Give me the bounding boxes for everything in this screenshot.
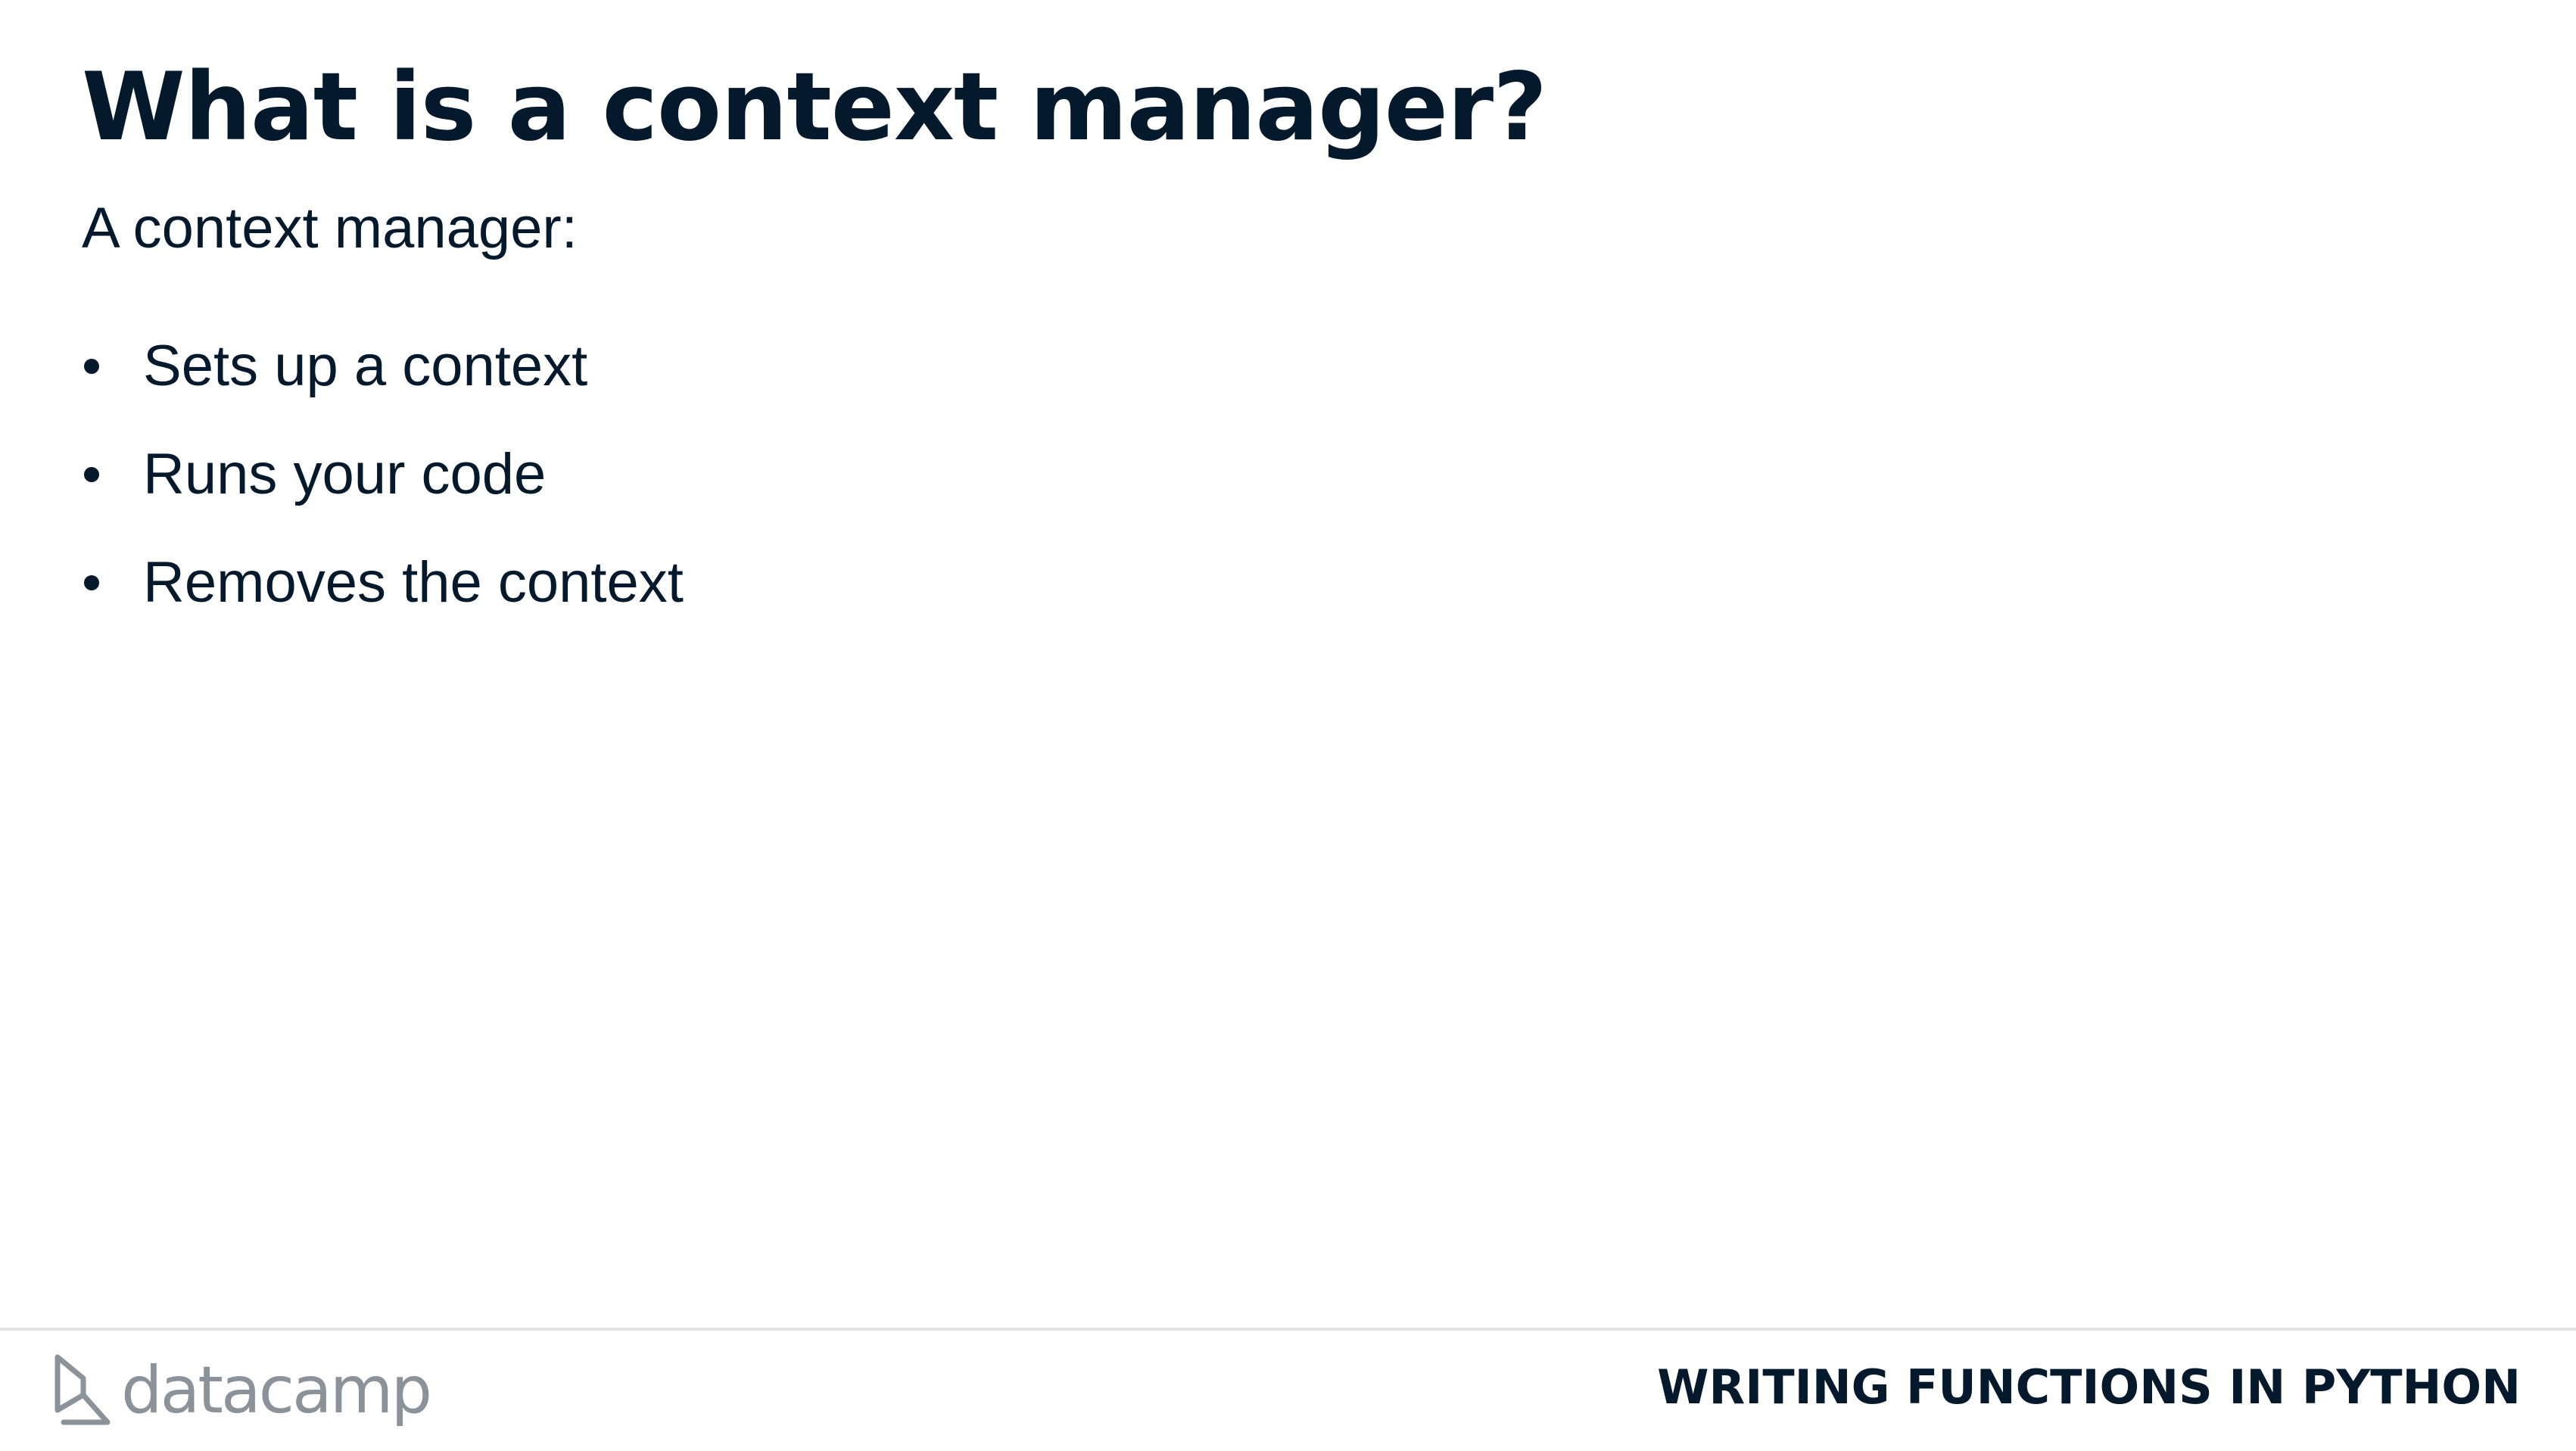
datacamp-logo-icon	[55, 1354, 111, 1425]
logo-text: datacamp	[121, 1353, 432, 1428]
bullet-item: Sets up a context	[82, 328, 684, 404]
intro-text: A context manager:	[82, 196, 578, 260]
bullet-list: Sets up a context Runs your code Removes…	[82, 328, 684, 653]
bullet-text: Removes the context	[143, 550, 684, 615]
footer-divider	[0, 1328, 2576, 1331]
bullet-dot-icon	[84, 467, 99, 482]
slide-title: What is a context manager?	[82, 53, 1547, 162]
bullet-dot-icon	[84, 575, 99, 590]
bullet-dot-icon	[84, 359, 99, 374]
bullet-text: Sets up a context	[143, 334, 588, 398]
bullet-item: Runs your code	[82, 437, 684, 512]
course-title: WRITING FUNCTIONS IN PYTHON	[1657, 1359, 2521, 1415]
datacamp-logo: datacamp	[53, 1349, 432, 1432]
bullet-item: Removes the context	[82, 545, 684, 621]
bullet-text: Runs your code	[143, 442, 547, 506]
